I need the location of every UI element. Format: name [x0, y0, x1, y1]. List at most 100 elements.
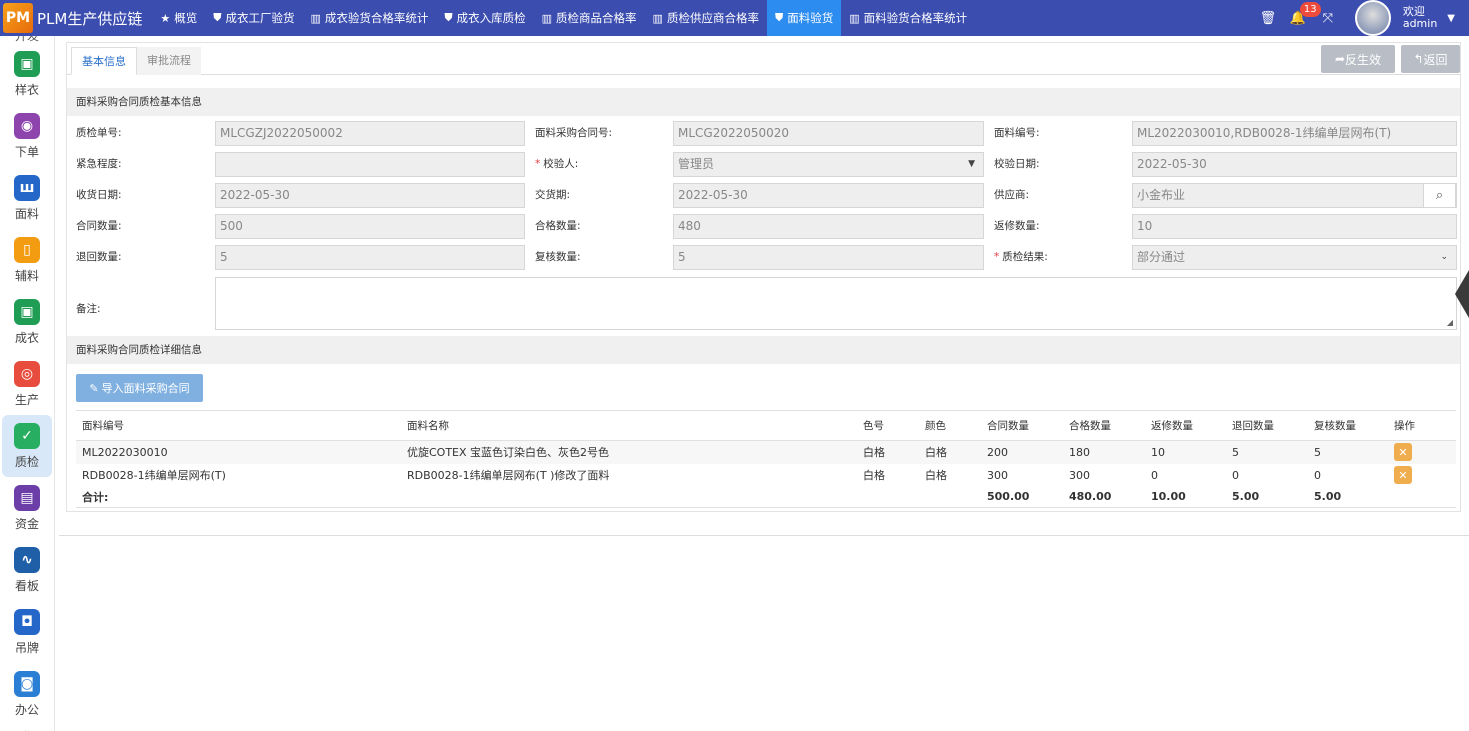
sidebar-item-2[interactable]: ш 面料 [0, 167, 54, 229]
shirt-icon: ▣ [14, 50, 40, 77]
nav-tab-5[interactable]: ▥ 质检供应商合格率 [645, 0, 767, 36]
back-button[interactable]: ↰ 返回 [1401, 45, 1460, 73]
table-cell: 180 [1063, 440, 1145, 464]
column-header[interactable]: 面料名称 [401, 410, 857, 441]
nav-tab-label: 面料验货合格率统计 [863, 11, 968, 25]
nav-tab-1[interactable]: ⛊ 成衣工厂验货 [205, 0, 302, 36]
column-header[interactable]: 操作 [1388, 410, 1456, 441]
bar-chart-icon: ▥ [849, 11, 860, 25]
left-sidebar: 开发 ▣ 样衣 ◉ 下单 ш 面料 ▯ 辅料 ▣ 成衣 ◎ 生产 ✓ 质检 ▤ 资金 ∿ 看板 ◘ 吊牌 ◙ 办公 ⌄ [0, 36, 55, 731]
user-menu[interactable]: 欢迎 admin [1403, 6, 1437, 30]
sidebar-item-label: 质检 [14, 454, 39, 469]
shield-icon: ⛊ [444, 11, 453, 24]
app-title: PLM生产供应链 [37, 9, 143, 28]
contract-qty-field[interactable]: 500 [215, 214, 525, 239]
inspect-date-field[interactable]: 2022-05-30 [1132, 152, 1457, 177]
nav-tab-label: 面料验货 [787, 11, 834, 25]
urgency-field[interactable] [215, 152, 525, 177]
sidebar-item-5[interactable]: ◎ 生产 [0, 353, 54, 415]
sidebar-item-0[interactable]: ▣ 样衣 [0, 43, 54, 105]
delivery-field[interactable]: 2022-05-30 [673, 183, 984, 208]
total-cell: 5.00 [1308, 486, 1388, 508]
supplier-label: 供应商: [994, 189, 1030, 201]
unapprove-button[interactable]: ➦ 反生效 [1321, 45, 1395, 73]
receive-date-field[interactable]: 2022-05-30 [215, 183, 525, 208]
nav-tab-4[interactable]: ▥ 质检商品合格率 [534, 0, 645, 36]
remark-textarea[interactable]: ◢ [215, 277, 1457, 330]
sidebar-item-1[interactable]: ◉ 下单 [0, 105, 54, 167]
sidebar-item-4[interactable]: ▣ 成衣 [0, 291, 54, 353]
sidebar-item-label: 辅料 [14, 268, 39, 283]
page-tabs: 基本信息 审批流程 ➦ 反生效 ↰ 返回 [67, 43, 1460, 75]
bell-icon[interactable]: 🔔 13 [1283, 1, 1321, 26]
search-icon[interactable]: ⌕ [1423, 183, 1456, 208]
main-content: 基本信息 审批流程 ➦ 反生效 ↰ 返回 面料采购合同质检基本信息 质检单号: ML… [59, 36, 1469, 731]
delivery-label: 交货期: [535, 189, 571, 201]
import-contract-button[interactable]: ✎ 导入面料采购合同 [76, 374, 203, 402]
repair-qty-field[interactable]: 10 [1132, 214, 1457, 239]
table-cell: 白格 [863, 469, 885, 482]
column-header[interactable]: 退回数量 [1226, 410, 1308, 441]
result-label: * 质检结果: [994, 251, 1048, 263]
table-cell: 300 [987, 468, 1008, 482]
column-header[interactable]: 返修数量 [1145, 410, 1226, 441]
dashboard-icon: ∿ [14, 546, 40, 573]
fabric-code-field[interactable]: ML2022030010,RDB0028-1纬编单层网布(T) [1132, 121, 1457, 146]
bar-chart-icon: ▥ [541, 11, 553, 25]
office-icon: ◙ [14, 670, 40, 697]
table-cell: 白格 [857, 440, 919, 464]
sidebar-item-label: 看板 [14, 578, 39, 593]
chevron-down-icon[interactable]: ⌄ [0, 725, 54, 731]
fabric-icon: ш [14, 174, 40, 201]
sidebar-item-label: 样衣 [14, 82, 39, 97]
delete-row-icon[interactable]: ✕ [1394, 466, 1412, 484]
nav-tab-7[interactable]: ▥ 面料验货合格率统计 [841, 0, 975, 36]
sidebar-item-6[interactable]: ✓ 质检 [2, 415, 52, 477]
bar-chart-icon: ▥ [652, 11, 663, 25]
return-qty-field[interactable]: 5 [215, 245, 525, 270]
table-cell: ML2022030010 [76, 440, 401, 464]
sidebar-item-8[interactable]: ∿ 看板 [0, 539, 54, 601]
edit-icon: ✎ [89, 381, 99, 395]
collapse-arrow-icon[interactable] [1455, 270, 1469, 318]
pass-qty-field[interactable]: 480 [673, 214, 984, 239]
tab-basic-info[interactable]: 基本信息 [71, 47, 137, 75]
resize-handle-icon[interactable]: ◢ [1447, 318, 1453, 327]
column-header[interactable]: 复核数量 [1308, 410, 1388, 441]
nav-tab-3[interactable]: ⛊ 成衣入库质检 [436, 0, 533, 36]
supplier-field[interactable]: 小金布业 ⌕ [1132, 183, 1457, 208]
order-icon: ◉ [14, 112, 40, 139]
sidebar-item-partial[interactable]: 开发 [0, 36, 54, 43]
table-cell: RDB0028-1纬编单层网布(T )修改了面料 [407, 469, 610, 482]
qc-no-field[interactable]: MLCGZJ2022050002 [215, 121, 525, 146]
tag-icon: ◘ [14, 608, 40, 635]
result-select[interactable]: 部分通过 ⌄ [1132, 245, 1457, 270]
column-header[interactable]: 颜色 [919, 410, 981, 441]
trash-icon[interactable]: 🗑 [1253, 11, 1283, 26]
avatar[interactable] [1354, 0, 1391, 36]
tab-approval-flow[interactable]: 审批流程 [137, 47, 201, 75]
column-header[interactable]: 合格数量 [1063, 410, 1145, 441]
sidebar-item-7[interactable]: ▤ 资金 [0, 477, 54, 539]
nav-tab-label: 成衣入库质检 [456, 11, 526, 25]
nav-tab-0[interactable]: ★ 概览 [152, 0, 205, 36]
production-icon: ◎ [14, 360, 40, 387]
column-header[interactable]: 合同数量 [981, 410, 1063, 441]
top-right-toolbar: 🗑 🔔 13 ⤧ 欢迎 admin ▼ [1253, 0, 1469, 36]
nav-tab-6[interactable]: ⛊ 面料验货 [766, 0, 842, 36]
fullscreen-icon[interactable]: ⤧ [1313, 11, 1343, 26]
recheck-qty-field[interactable]: 5 [673, 245, 984, 270]
column-header[interactable]: 色号 [857, 410, 919, 441]
chevron-down-icon[interactable]: ▼ [1447, 13, 1455, 24]
inspector-select[interactable]: 管理员 ▼ [673, 152, 984, 177]
sidebar-item-3[interactable]: ▯ 辅料 [0, 229, 54, 291]
sidebar-item-9[interactable]: ◘ 吊牌 [0, 601, 54, 663]
total-cell [857, 486, 919, 508]
column-header[interactable]: 面料编号 [76, 410, 401, 441]
sidebar-item-10[interactable]: ◙ 办公 [0, 663, 54, 725]
reply-icon: ↰ [1413, 52, 1424, 66]
nav-tab-2[interactable]: ▥ 成衣验货合格率统计 [302, 0, 436, 36]
receive-date-label: 收货日期: [76, 189, 122, 201]
contract-no-field[interactable]: MLCG2022050020 [673, 121, 984, 146]
delete-row-icon[interactable]: ✕ [1394, 443, 1412, 462]
